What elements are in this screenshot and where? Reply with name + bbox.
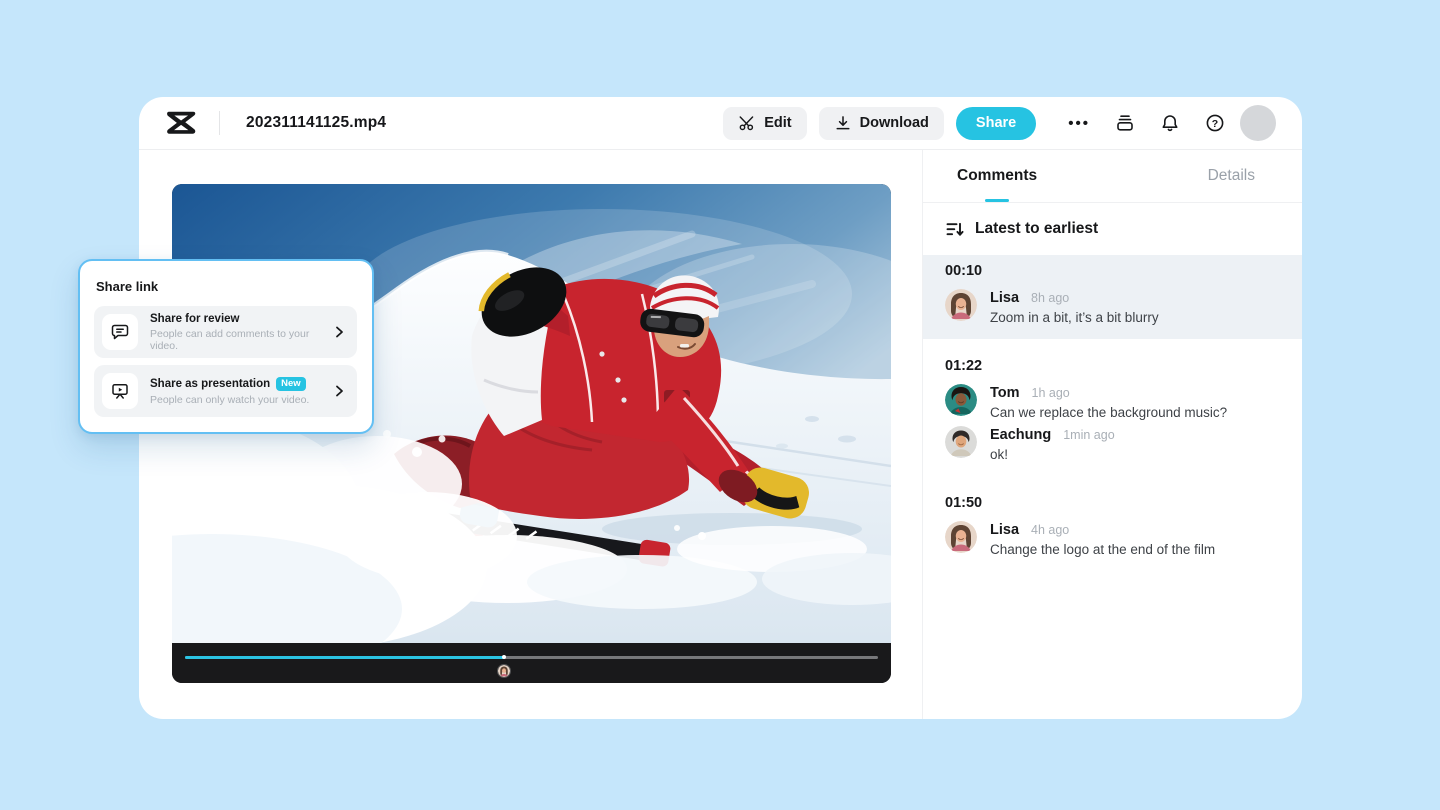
comment-text: Change the logo at the end of the film xyxy=(990,542,1215,557)
top-bar: 202311141125.mp4 Edit Download Sha xyxy=(139,97,1302,150)
progress-bar[interactable] xyxy=(185,656,878,659)
avatar-lisa xyxy=(945,289,977,321)
share-presentation-title: Share as presentation xyxy=(150,378,270,390)
comment-age: 8h ago xyxy=(1031,291,1069,305)
sort-label: Latest to earliest xyxy=(975,220,1098,238)
help-icon[interactable]: ? xyxy=(1205,113,1225,133)
commenter-name: Tom xyxy=(990,385,1020,401)
more-icon[interactable]: ••• xyxy=(1068,115,1090,132)
comment-age: 1min ago xyxy=(1063,428,1114,442)
edit-button-label: Edit xyxy=(764,115,791,131)
chevron-right-icon xyxy=(335,326,344,338)
svg-text:?: ? xyxy=(1212,118,1218,130)
download-icon xyxy=(834,114,852,132)
sort-icon xyxy=(945,220,964,239)
panel-tabs: Comments Details xyxy=(923,150,1302,203)
commenter-name: Lisa xyxy=(990,522,1019,538)
comment-group-0122[interactable]: 01:22 xyxy=(923,350,1302,476)
comment-entry: Lisa 8h ago Zoom in a bit, it’s a bit bl… xyxy=(945,289,1280,325)
comments-list: 00:10 xyxy=(923,255,1302,571)
comment-entry: Lisa 4h ago Change the logo at the end o… xyxy=(945,521,1280,557)
presentation-icon xyxy=(102,373,138,409)
file-title: 202311141125.mp4 xyxy=(246,114,386,132)
avatar-tom xyxy=(945,384,977,416)
capcut-logo xyxy=(165,109,199,137)
tab-comments[interactable]: Comments xyxy=(957,167,1037,185)
notifications-icon[interactable] xyxy=(1160,113,1180,133)
scissors-icon xyxy=(738,114,756,132)
projects-icon[interactable] xyxy=(1115,113,1135,133)
comment-entry: Eachung 1min ago ok! xyxy=(945,426,1280,462)
player-controls xyxy=(172,643,891,683)
lisa-mini-avatar xyxy=(498,665,510,677)
progress-fill xyxy=(185,656,504,659)
share-popup-title: Share link xyxy=(96,279,372,294)
comment-timestamp[interactable]: 01:22 xyxy=(945,358,1280,374)
new-badge: New xyxy=(276,377,306,391)
share-for-review-option[interactable]: Share for review People can add comments… xyxy=(94,306,357,358)
tab-details[interactable]: Details xyxy=(1208,167,1255,185)
comment-text: Zoom in a bit, it’s a bit blurry xyxy=(990,310,1159,325)
comment-timestamp[interactable]: 00:10 xyxy=(945,263,1280,279)
avatar-lisa xyxy=(945,521,977,553)
share-as-presentation-option[interactable]: Share as presentation New People can onl… xyxy=(94,365,357,417)
comment-age: 4h ago xyxy=(1031,523,1069,537)
playhead[interactable] xyxy=(502,655,506,659)
comment-text: Can we replace the background music? xyxy=(990,405,1227,420)
commenter-name: Eachung xyxy=(990,427,1051,443)
header-divider xyxy=(219,111,220,135)
download-button-label: Download xyxy=(860,115,929,131)
avatar-eachung xyxy=(945,426,977,458)
tab-details-label: Details xyxy=(1208,167,1255,184)
comment-group-0150[interactable]: 01:50 xyxy=(923,487,1302,571)
app-background: 202311141125.mp4 Edit Download Sha xyxy=(0,0,1440,810)
share-button-label: Share xyxy=(976,115,1016,131)
comment-marker-avatar[interactable] xyxy=(498,665,510,677)
share-review-description: People can add comments to your video. xyxy=(150,328,323,352)
comment-age: 1h ago xyxy=(1032,386,1070,400)
sort-order-control[interactable]: Latest to earliest xyxy=(923,203,1302,255)
chevron-right-icon xyxy=(335,385,344,397)
active-tab-indicator xyxy=(985,199,1009,202)
share-button[interactable]: Share xyxy=(956,107,1036,140)
share-presentation-description: People can only watch your video. xyxy=(150,394,309,406)
edit-button[interactable]: Edit xyxy=(723,107,806,140)
comment-entry: Tom 1h ago Can we replace the background… xyxy=(945,384,1280,420)
share-review-title: Share for review xyxy=(150,313,239,325)
comment-text: ok! xyxy=(990,447,1115,462)
commenter-name: Lisa xyxy=(990,290,1019,306)
tab-comments-label: Comments xyxy=(957,167,1037,184)
account-avatar[interactable] xyxy=(1240,105,1276,141)
comment-group-0010[interactable]: 00:10 xyxy=(923,255,1302,339)
comment-timestamp[interactable]: 01:50 xyxy=(945,495,1280,511)
review-icon xyxy=(102,314,138,350)
comments-panel: Comments Details Latest to earliest 00:1… xyxy=(923,150,1302,719)
share-link-popup: Share link Share for review People can a… xyxy=(78,259,374,434)
download-button[interactable]: Download xyxy=(819,107,944,140)
